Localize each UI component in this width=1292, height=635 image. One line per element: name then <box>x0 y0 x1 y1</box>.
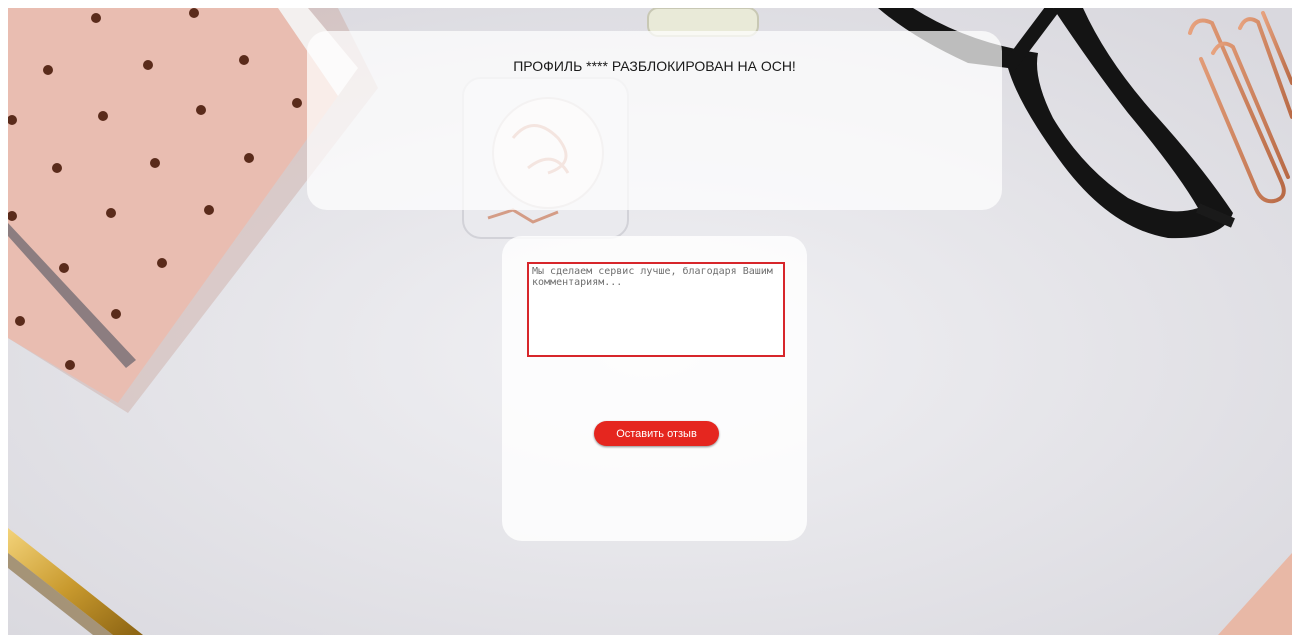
status-headline: ПРОФИЛЬ **** РАЗБЛОКИРОВАН НА ОСН! <box>513 58 796 74</box>
feedback-panel: Оставить отзыв <box>502 236 807 541</box>
message-panel: ПРОФИЛЬ **** РАЗБЛОКИРОВАН НА ОСН! <box>307 31 1002 210</box>
submit-feedback-button[interactable]: Оставить отзыв <box>594 421 719 446</box>
page-background: ПРОФИЛЬ **** РАЗБЛОКИРОВАН НА ОСН! Остав… <box>8 8 1292 635</box>
comment-textarea[interactable] <box>527 262 785 357</box>
